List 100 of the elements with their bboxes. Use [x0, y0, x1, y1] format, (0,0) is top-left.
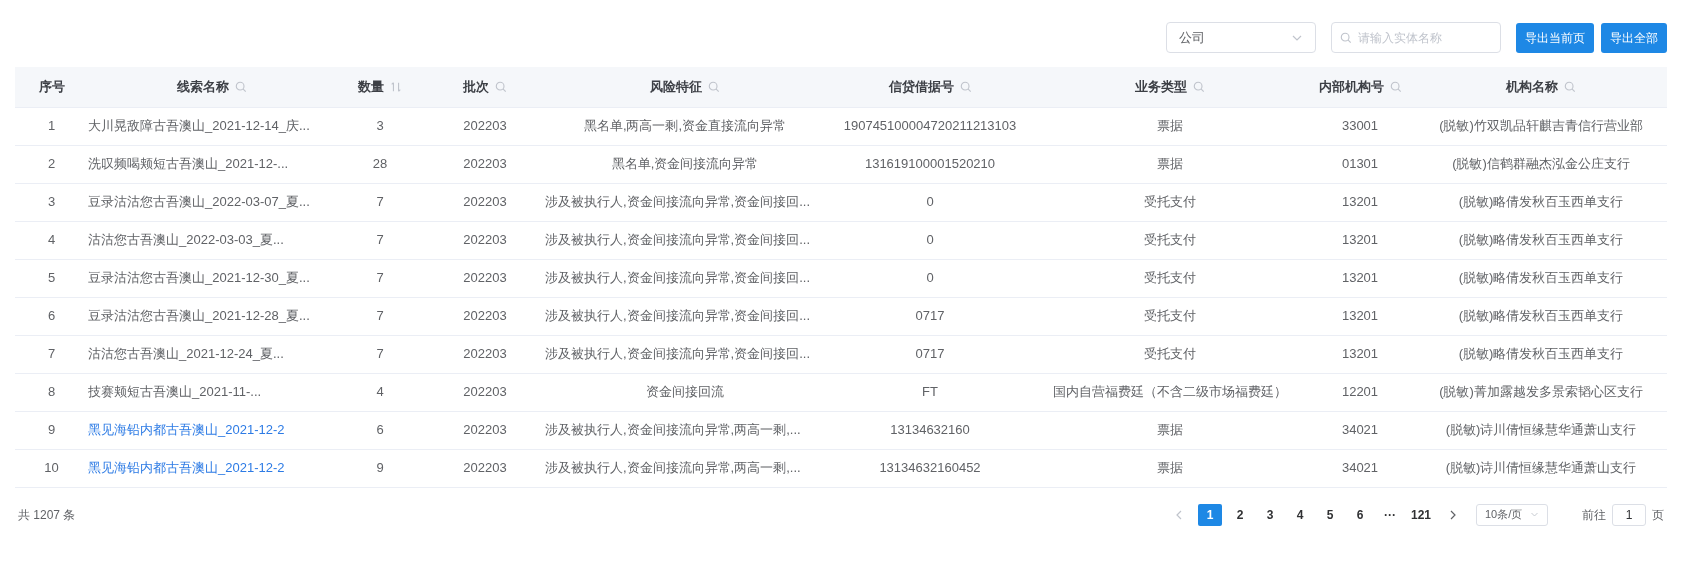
- table-cell: 12201: [1341, 384, 1379, 400]
- row-index: 8: [47, 384, 56, 400]
- table-cell: 4: [376, 384, 384, 400]
- table-cell: 01301: [1341, 156, 1379, 172]
- table-cell: 沽沽您古吾澳山_2022-03-03_夏...: [88, 232, 284, 248]
- column-header: 机构名称: [1506, 78, 1558, 96]
- page-button[interactable]: 2: [1227, 503, 1252, 526]
- table-cell: 13201: [1341, 194, 1379, 210]
- table-cell: 0: [926, 232, 934, 248]
- table-cell: 涉及被执行人,资金间接流向异常,资金间接回...: [545, 194, 811, 210]
- search-icon[interactable]: [708, 80, 720, 93]
- table-cell: 豆录沽沽您古吾澳山_2021-12-28_夏...: [88, 308, 310, 324]
- table-cell: 202203: [463, 460, 507, 476]
- row-index: 1: [47, 118, 56, 134]
- table-cell: 202203: [463, 194, 507, 210]
- table-cell: 202203: [463, 232, 507, 248]
- column-header: 线索名称: [176, 78, 229, 96]
- entity-type-select[interactable]: 公司: [1166, 22, 1316, 53]
- page-button[interactable]: ···: [1377, 503, 1402, 526]
- clue-link[interactable]: 黑见海铅内都古吾澳山_2021-12-2: [88, 460, 285, 476]
- table-cell: (脱敏)略倩发秋百玉西单支行: [1458, 194, 1624, 210]
- table-cell: 202203: [463, 308, 507, 324]
- table-cell: 豆录沽沽您古吾澳山_2021-12-30_夏...: [88, 270, 310, 286]
- table-cell: 3: [376, 118, 384, 134]
- table-cell: FT: [922, 384, 938, 400]
- goto-page-field[interactable]: 1: [1612, 503, 1646, 526]
- table-cell: 7: [376, 308, 384, 324]
- sort-icon[interactable]: [390, 80, 402, 93]
- column-header: 信贷借据号: [888, 78, 954, 96]
- export-button[interactable]: 导出当前页: [1516, 22, 1594, 53]
- search-icon: [1340, 32, 1352, 44]
- table-cell: 13134632160: [890, 422, 970, 438]
- table-cell: 131619100001520210: [864, 156, 996, 172]
- table-cell: 0717: [915, 308, 945, 324]
- export-button[interactable]: 导出全部: [1601, 22, 1667, 53]
- page-button[interactable]: 3: [1257, 503, 1282, 526]
- table-cell: 0717: [915, 346, 945, 362]
- table-cell: 13201: [1341, 270, 1379, 286]
- table-cell: 豆录沽沽您古吾澳山_2022-03-07_夏...: [88, 194, 310, 210]
- column-header: 业务类型: [1135, 78, 1187, 96]
- table-cell: 受托支付: [1144, 194, 1196, 210]
- page-button[interactable]: 1: [1197, 503, 1222, 526]
- table-cell: 34021: [1341, 422, 1379, 438]
- table-cell: 202203: [463, 270, 507, 286]
- table-cell: 受托支付: [1144, 232, 1196, 248]
- table-cell: 202203: [463, 422, 507, 438]
- table-cell: (脱敏)略倩发秋百玉西单支行: [1458, 232, 1624, 248]
- table-cell: 涉及被执行人,资金间接流向异常,资金间接回...: [545, 232, 811, 248]
- table-cell: (脱敏)信鹤群融杰泓金公庄支行: [1452, 156, 1630, 172]
- chevron-right-icon[interactable]: [1448, 509, 1458, 520]
- table-cell: 涉及被执行人,资金间接流向异常,两高一剩,...: [545, 422, 801, 438]
- search-icon[interactable]: [1564, 80, 1576, 93]
- table-cell: 受托支付: [1144, 270, 1196, 286]
- column-header: 内部机构号: [1318, 78, 1384, 96]
- page-button[interactable]: 6: [1347, 503, 1372, 526]
- table-cell: 9: [376, 460, 384, 476]
- search-field[interactable]: 请输入实体名称: [1331, 22, 1501, 53]
- row-index: 10: [44, 460, 59, 476]
- column-header: 风险特征: [650, 78, 702, 96]
- table-cell: 黑名单,资金间接流向异常: [611, 156, 759, 172]
- table-cell: (脱敏)略倩发秋百玉西单支行: [1458, 346, 1624, 362]
- row-index: 3: [47, 194, 56, 210]
- page-button[interactable]: 4: [1287, 503, 1312, 526]
- table-cell: 202203: [463, 156, 507, 172]
- row-index: 5: [47, 270, 56, 286]
- table-cell: (脱敏)诗川倩恒缘慧华通萧山支行: [1445, 460, 1637, 476]
- table-cell: 28: [372, 156, 388, 172]
- row-index: 2: [47, 156, 56, 172]
- table-cell: 涉及被执行人,资金间接流向异常,资金间接回...: [545, 270, 811, 286]
- table-cell: 受托支付: [1144, 308, 1196, 324]
- table-cell: 13201: [1341, 346, 1379, 362]
- chevron-down-icon: [1530, 510, 1539, 519]
- table-cell: 7: [376, 194, 384, 210]
- table-cell: 0: [926, 270, 934, 286]
- search-icon[interactable]: [1193, 80, 1205, 93]
- table-cell: 202203: [463, 384, 507, 400]
- table-cell: 0: [926, 194, 934, 210]
- search-icon[interactable]: [234, 80, 247, 93]
- page-size-select[interactable]: 10条/页: [1476, 503, 1548, 526]
- table-cell: 票据: [1157, 156, 1183, 172]
- goto-suffix: 页: [1652, 506, 1664, 524]
- page-button[interactable]: 5: [1317, 503, 1342, 526]
- search-icon[interactable]: [495, 80, 507, 93]
- search-icon[interactable]: [959, 80, 972, 93]
- page-button[interactable]: 121: [1407, 503, 1434, 526]
- table-cell: 34021: [1341, 460, 1379, 476]
- column-header: 序号: [38, 78, 65, 96]
- table-cell: (脱敏)诗川倩恒缘慧华通萧山支行: [1445, 422, 1637, 438]
- table-cell: 国内自营福费廷（不含二级市场福费廷）: [1053, 384, 1287, 400]
- search-icon[interactable]: [1389, 80, 1402, 93]
- clue-link[interactable]: 黑见海铅内都古吾澳山_2021-12-2: [88, 422, 285, 438]
- table-cell: 技赛颊短古吾澳山_2021-11-...: [88, 384, 262, 400]
- table-cell: 大川晃敌障古吾澳山_2021-12-14_庆...: [88, 118, 310, 134]
- row-index: 6: [47, 308, 56, 324]
- table-cell: 受托支付: [1144, 346, 1196, 362]
- table-cell: (脱敏)略倩发秋百玉西单支行: [1458, 308, 1624, 324]
- goto-label: 前往: [1582, 506, 1606, 524]
- table-cell: 沽沽您古吾澳山_2021-12-24_夏...: [88, 346, 284, 362]
- table-cell: 黑名单,两高一剩,资金直接流向异常: [583, 118, 787, 134]
- table-cell: 涉及被执行人,资金间接流向异常,资金间接回...: [545, 308, 811, 324]
